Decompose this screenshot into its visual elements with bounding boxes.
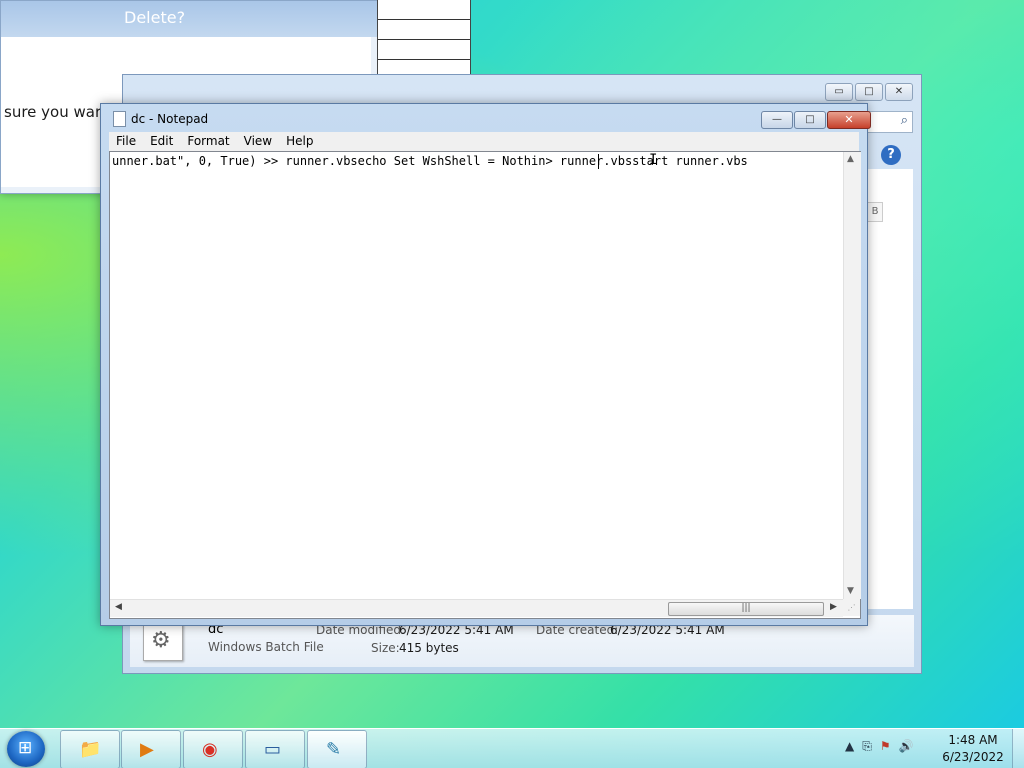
taskbar: ⊞ 📁 ▶ ◉ ▭ ✎ ▲ ⎘ ⚑ 🔊 1:48 AM 6/23/2022 (0, 728, 1024, 768)
text-caret (598, 154, 599, 169)
start-button[interactable]: ⊞ (7, 731, 45, 767)
notepad-maximize-button[interactable]: □ (794, 111, 826, 129)
explorer-maximize-button[interactable]: □ (855, 83, 883, 101)
delete-dialog-titlebar: Delete? (1, 1, 377, 37)
explorer-pane-tag: B (867, 202, 883, 222)
notepad-titlebar[interactable]: dc - Notepad — □ ✕ (101, 104, 871, 132)
notepad-window: dc - Notepad — □ ✕ File Edit Format View… (100, 103, 871, 626)
menu-view[interactable]: View (237, 132, 279, 151)
horizontal-scrollbar[interactable]: ◀ ||| ▶ (110, 599, 843, 617)
show-hidden-icons-icon[interactable]: ▲ (845, 739, 854, 754)
details-size-value: 415 bytes (399, 641, 459, 655)
details-size-label: Size: (371, 641, 400, 655)
explorer-folder-icon: 📁 (79, 739, 102, 760)
action-center-flag-icon[interactable]: ⚑ (880, 739, 891, 754)
explorer-window-controls: ▭ □ ✕ (825, 83, 913, 101)
notepad-window-controls: — □ ✕ (761, 111, 871, 129)
notepad-text-area[interactable]: unner.bat", 0, True) >> runner.vbsecho S… (109, 151, 861, 619)
taskbar-clock[interactable]: 1:48 AM 6/23/2022 (938, 732, 1008, 766)
search-icon[interactable]: ⌕ (901, 113, 908, 128)
scroll-down-icon[interactable]: ▼ (847, 586, 854, 596)
taskbar-remote-desktop-button[interactable]: ▭ (245, 730, 305, 768)
scroll-right-icon[interactable]: ▶ (830, 602, 837, 612)
system-tray: ▲ ⎘ ⚑ 🔊 (845, 739, 914, 754)
clock-time: 1:48 AM (948, 733, 998, 747)
remote-desktop-icon: ▭ (264, 739, 282, 760)
network-icon[interactable]: ⎘ (862, 739, 872, 754)
delete-dialog-message: sure you war (4, 103, 102, 121)
taskbar-explorer-button[interactable]: 📁 (60, 730, 120, 768)
ibeam-cursor-icon: I (649, 152, 658, 168)
delete-dialog-title: Delete? (124, 8, 186, 27)
media-player-icon: ▶ (140, 739, 154, 760)
explorer-minimize-button[interactable]: ▭ (825, 83, 853, 101)
notepad-icon (113, 111, 126, 127)
menu-edit[interactable]: Edit (143, 132, 180, 151)
background-table (377, 0, 471, 80)
notepad-menubar: File Edit Format View Help (109, 132, 859, 151)
volume-icon[interactable]: 🔊 (899, 739, 914, 754)
batch-file-icon: ⚙ (143, 623, 183, 661)
details-file-type: Windows Batch File (208, 640, 324, 654)
show-desktop-button[interactable] (1012, 729, 1024, 768)
notepad-icon: ✎ (326, 739, 342, 760)
taskbar-notepad-button[interactable]: ✎ (307, 730, 367, 768)
notepad-title: dc - Notepad (131, 112, 209, 126)
explorer-preview-pane (865, 169, 913, 609)
help-icon[interactable]: ? (881, 145, 901, 165)
notepad-close-button[interactable]: ✕ (827, 111, 871, 129)
chrome-icon: ◉ (202, 739, 218, 760)
clock-date: 6/23/2022 (942, 750, 1004, 764)
resize-grip-icon[interactable]: ⋰ (843, 599, 860, 616)
menu-format[interactable]: Format (180, 132, 236, 151)
scroll-left-icon[interactable]: ◀ (115, 602, 122, 612)
horizontal-scroll-thumb[interactable]: ||| (668, 602, 824, 616)
windows-logo-icon: ⊞ (18, 738, 33, 758)
notepad-minimize-button[interactable]: — (761, 111, 793, 129)
menu-file[interactable]: File (109, 132, 143, 151)
menu-help[interactable]: Help (279, 132, 320, 151)
taskbar-chrome-button[interactable]: ◉ (183, 730, 243, 768)
explorer-close-button[interactable]: ✕ (885, 83, 913, 101)
scroll-up-icon[interactable]: ▲ (847, 154, 854, 164)
vertical-scrollbar[interactable]: ▲ ▼ (843, 152, 861, 599)
taskbar-media-player-button[interactable]: ▶ (121, 730, 181, 768)
